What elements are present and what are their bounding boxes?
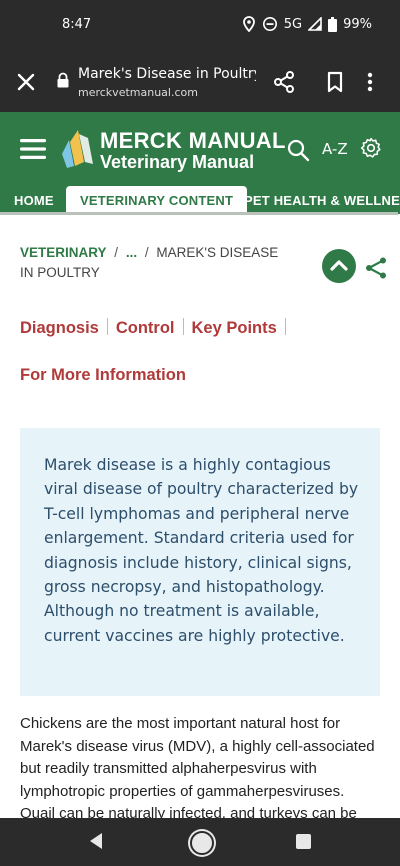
body-paragraph: Chickens are the most important natural … (20, 715, 375, 823)
more-options-icon[interactable] (366, 70, 374, 94)
share-icon[interactable] (272, 70, 296, 94)
toc-link-control[interactable]: Control (116, 319, 175, 338)
toc-link-more-information[interactable]: For More Information (20, 366, 186, 385)
system-navigation-bar (0, 818, 400, 866)
battery-icon (328, 16, 338, 32)
toc-divider (106, 318, 108, 335)
brand-title[interactable]: MERCK MANUAL (100, 128, 286, 154)
summary-text: Marek disease is a highly contagious vir… (44, 456, 359, 645)
a-z-link[interactable]: A-Z (322, 140, 348, 158)
home-button[interactable] (190, 831, 214, 855)
section-links: Diagnosis Control Key Points For More Info… (20, 318, 380, 384)
main-nav: HOME VETERINARY CONTENT PET HEALTH & WEL… (0, 186, 400, 215)
close-icon[interactable] (14, 70, 38, 94)
browser-toolbar: Marek's Disease in Poultry - ... merckve… (0, 52, 400, 112)
breadcrumb-ellipsis[interactable]: ... (126, 245, 137, 260)
location-icon (242, 16, 255, 32)
breadcrumb-veterinary[interactable]: VETERINARY (20, 245, 107, 260)
nav-scrollbar[interactable] (0, 212, 398, 215)
tab-pet-health-wellness[interactable]: PET HEALTH & WELLNESS (244, 186, 400, 214)
summary-box: Marek disease is a highly contagious vir… (20, 428, 380, 696)
toc-link-diagnosis[interactable]: Diagnosis (20, 319, 99, 338)
gear-icon[interactable] (360, 137, 382, 159)
dnd-icon (262, 17, 277, 31)
brand-subtitle[interactable]: Veterinary Manual (100, 152, 254, 173)
breadcrumb-separator: / (114, 245, 119, 260)
lock-icon (57, 72, 69, 88)
toc-link-key-points[interactable]: Key Points (192, 319, 277, 338)
share-icon[interactable] (364, 256, 388, 280)
breadcrumb-separator: / (144, 245, 149, 260)
recents-button[interactable] (296, 834, 311, 849)
page-title[interactable]: Marek's Disease in Poultry - ... (78, 66, 256, 82)
toc-divider (284, 318, 286, 335)
scroll-to-top-button[interactable] (322, 249, 356, 283)
breadcrumb: VETERINARY / ... / MAREK'S DISEASE IN PO… (20, 243, 290, 283)
hamburger-menu-icon[interactable] (20, 138, 46, 160)
bookmark-icon[interactable] (324, 70, 346, 94)
battery-level: 99% (343, 16, 372, 32)
page-url[interactable]: merckvetmanual.com (78, 86, 198, 99)
site-header: MERCK MANUAL Veterinary Manual A-Z (0, 112, 400, 186)
chevron-up-icon (330, 260, 348, 271)
search-icon[interactable] (286, 138, 310, 162)
status-icons: 5G 99% (242, 16, 372, 32)
toc-divider (182, 318, 184, 335)
network-label: 5G (283, 16, 303, 32)
tab-veterinary-content[interactable]: VETERINARY CONTENT (66, 186, 248, 214)
back-icon[interactable] (88, 832, 104, 850)
status-time: 8:47 (62, 17, 92, 32)
status-bar: 8:47 5G 99% (0, 0, 400, 52)
signal-icon (308, 17, 322, 31)
merck-logo-icon[interactable] (60, 128, 96, 170)
tab-home[interactable]: HOME (14, 186, 54, 214)
